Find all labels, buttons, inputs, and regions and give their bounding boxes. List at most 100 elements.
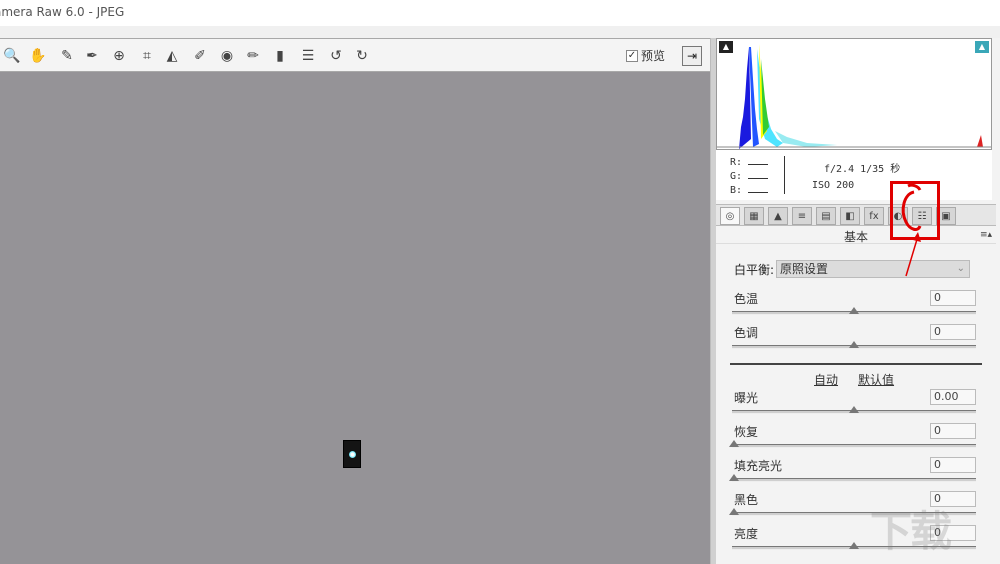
slider-knob[interactable] — [729, 440, 739, 447]
hand-tool-icon: ✋ — [29, 48, 47, 64]
panel-tab-4[interactable]: ≡ — [792, 207, 812, 225]
iso-value: ISO 200 — [812, 180, 855, 191]
rotate-left-button[interactable]: ↺ — [326, 46, 346, 66]
slider-value-field[interactable]: 0 — [930, 290, 976, 306]
default-link[interactable]: 默认值 — [858, 371, 894, 388]
adjustment-panel: ▲ ▲ R: G: B: f/2.4 1/35 秒 ISO 200 ◎ ▦ ▲ ≡ ▤ ◧… — [716, 38, 1000, 564]
toolbar: 🔍 ✋ ✎ ✒ ⊕ ⌗ ◭ ✐ ◉ ✏ ▮ ☰ ↺ ↻ ✓ 预览 ⇥ — [0, 38, 710, 72]
panel-tab-icon: ▲ — [774, 210, 782, 222]
chevron-down-icon: ⌄ — [956, 263, 966, 274]
slider-knob[interactable] — [849, 542, 859, 549]
b-label: B: — [730, 185, 743, 196]
white-balance-tool-button[interactable]: ✎ — [57, 46, 77, 66]
preview-image — [343, 440, 361, 468]
adjustment-brush-icon: ✏ — [247, 48, 259, 64]
panel-menu-icon[interactable]: ≡▴ — [980, 230, 992, 240]
red-eye-tool-icon: ◉ — [220, 48, 234, 64]
title-bar: amera Raw 6.0 - JPEG — [0, 0, 1000, 26]
zoom-tool-button[interactable]: 🔍 — [2, 46, 22, 66]
panel-tab-6[interactable]: ◧ — [840, 207, 860, 225]
slider-knob[interactable] — [729, 474, 739, 481]
spot-removal-tool-button[interactable]: ✐ — [190, 46, 210, 66]
auto-link[interactable]: 自动 — [814, 371, 838, 388]
adjustment-brush-button[interactable]: ✏ — [243, 46, 263, 66]
graduated-filter-button[interactable]: ▮ — [270, 46, 290, 66]
slider-label: 曝光 — [734, 391, 759, 405]
slider-value-field[interactable]: 0 — [930, 324, 976, 340]
slider-knob[interactable] — [849, 307, 859, 314]
panel-tab-3[interactable]: ▲ — [768, 207, 788, 225]
panel-tab-icon: ≡ — [797, 210, 807, 222]
target-adjust-tool-button[interactable]: ⊕ — [109, 46, 129, 66]
slider-label: 恢复 — [734, 425, 759, 439]
crop-tool-button[interactable]: ⌗ — [137, 46, 157, 66]
rotate-right-button[interactable]: ↻ — [352, 46, 372, 66]
window-title: amera Raw 6.0 - JPEG — [0, 5, 125, 19]
info-separator — [784, 156, 785, 194]
panel-tab-icon: fx — [869, 210, 879, 222]
panel-tab-5[interactable]: ▤ — [816, 207, 836, 225]
crop-tool-icon: ⌗ — [143, 48, 151, 64]
slider-knob[interactable] — [849, 341, 859, 348]
preferences-button[interactable]: ☰ — [298, 46, 318, 66]
hand-tool-button[interactable]: ✋ — [28, 46, 48, 66]
slider-track[interactable] — [732, 341, 976, 349]
rgb-readout: R: G: B: — [730, 156, 769, 198]
preferences-icon: ☰ — [301, 48, 315, 64]
slider-track[interactable] — [732, 406, 976, 414]
aperture-shutter: f/2.4 1/35 秒 — [824, 164, 901, 175]
slider-value-field[interactable]: 0 — [930, 457, 976, 473]
panel-tab-icon: ◎ — [725, 210, 735, 222]
annotation-marks — [901, 183, 922, 277]
shadow-clip-icon: ▲ — [722, 42, 730, 51]
panel-tabs: ◎ ▦ ▲ ≡ ▤ ◧ fx ◐ ☷ ▣ — [716, 204, 996, 226]
panel-tab-2[interactable]: ▦ — [744, 207, 764, 225]
panel-tab-icon: ▤ — [821, 210, 831, 222]
preview-label: 预览 — [641, 49, 666, 63]
preview-toggle[interactable]: ✓ 预览 — [626, 47, 665, 64]
white-balance-label: 白平衡: — [734, 262, 775, 277]
exit-arrow-icon: ⇥ — [686, 49, 698, 63]
histogram-graph — [717, 44, 991, 149]
slider-track[interactable] — [729, 474, 976, 482]
slider-label: 黑色 — [734, 493, 759, 507]
color-sampler-tool-button[interactable]: ✒ — [82, 46, 102, 66]
white-balance-value: 原照设置 — [780, 262, 829, 276]
camera-info: R: G: B: f/2.4 1/35 秒 ISO 200 — [716, 150, 992, 200]
panel-tab-icon: ◧ — [845, 210, 855, 222]
histogram: ▲ ▲ — [716, 38, 992, 150]
graduated-filter-icon: ▮ — [276, 48, 284, 64]
rotate-right-icon: ↻ — [356, 48, 368, 64]
slider-knob[interactable] — [849, 406, 859, 413]
slider-value-field[interactable]: 0.00 — [930, 389, 976, 405]
highlight-clipping-toggle[interactable]: ▲ — [975, 41, 989, 53]
color-sampler-tool-icon: ✒ — [86, 48, 98, 64]
open-dialog-button[interactable]: ⇥ — [682, 46, 702, 66]
section-divider — [730, 363, 982, 365]
auto-default-links: 自动 默认值 — [814, 371, 894, 388]
image-preview-canvas[interactable] — [0, 72, 710, 564]
slider-track[interactable] — [732, 307, 976, 315]
preview-checkbox[interactable]: ✓ — [626, 49, 638, 62]
slider-label: 色温 — [734, 292, 759, 306]
light-spot — [349, 451, 356, 458]
r-label: R: — [730, 157, 743, 168]
slider-track[interactable] — [729, 440, 976, 448]
zoom-tool-icon: 🔍 — [3, 48, 21, 64]
g-label: G: — [730, 171, 743, 182]
target-adjust-tool-icon: ⊕ — [113, 48, 125, 64]
slider-label: 亮度 — [734, 527, 759, 541]
shadow-clipping-toggle[interactable]: ▲ — [719, 41, 733, 53]
red-eye-tool-button[interactable]: ◉ — [217, 46, 237, 66]
slider-value-field[interactable]: 0 — [930, 423, 976, 439]
section-title: 基本 — [716, 228, 996, 244]
straighten-tool-button[interactable]: ◭ — [162, 46, 182, 66]
panel-tab-1[interactable]: ◎ — [720, 207, 740, 225]
slider-label: 色调 — [734, 326, 759, 340]
title-spacer — [0, 26, 1000, 38]
highlight-clip-icon: ▲ — [978, 42, 986, 51]
straighten-tool-icon: ◭ — [166, 48, 178, 64]
slider-knob[interactable] — [729, 508, 739, 515]
white-balance-tool-icon: ✎ — [61, 48, 73, 64]
panel-tab-icon: ▦ — [749, 210, 759, 222]
